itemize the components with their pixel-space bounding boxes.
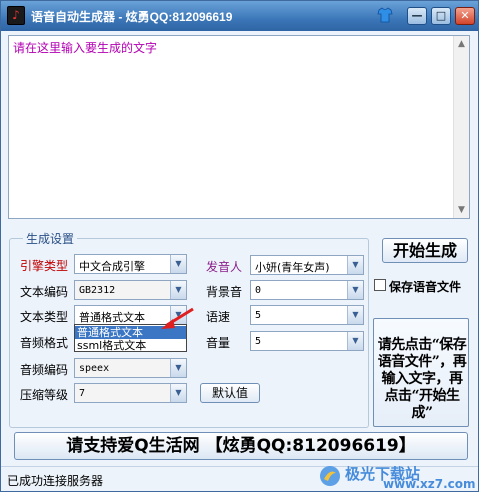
speed-select[interactable]: 5 ▼ (250, 305, 364, 325)
chevron-down-icon[interactable]: ▼ (170, 281, 186, 299)
scroll-down-arrow-icon[interactable]: ▼ (454, 202, 469, 218)
app-window: ♪ 语音自动生成器 - 炫勇QQ:812096619 — □ ✕ 请在这里输入要… (0, 0, 479, 492)
vertical-scrollbar[interactable]: ▲ ▼ (453, 36, 469, 218)
dropdown-option[interactable]: ssml格式文本 (75, 339, 186, 352)
text-type-select-value: 普通格式文本 (79, 311, 145, 324)
watermark-url: www.xz7.com (383, 477, 476, 491)
compression-select[interactable]: 7 ▼ (74, 383, 187, 403)
engine-select-value: 中文合成引擎 (79, 260, 145, 273)
default-values-button[interactable]: 默认值 (200, 383, 260, 403)
background-sound-label: 背景音 (206, 285, 243, 299)
compression-select-value: 7 (79, 388, 86, 399)
app-music-icon: ♪ (7, 6, 25, 25)
chevron-down-icon[interactable]: ▼ (170, 255, 186, 273)
speaker-label: 发音人 (206, 260, 243, 274)
save-audio-checkbox[interactable] (374, 279, 386, 291)
status-text: 已成功连接服务器 (7, 474, 104, 488)
engine-select[interactable]: 中文合成引擎 ▼ (74, 254, 187, 274)
text-type-label: 文本类型 (20, 310, 69, 324)
support-banner-button[interactable]: 请支持爱Q生活网 【炫勇QQ:812096619】 (14, 432, 468, 460)
background-sound-select-value: 0 (255, 285, 262, 296)
start-generate-button[interactable]: 开始生成 (382, 238, 468, 263)
watermark: 极光下载站 www.xz7.com (319, 463, 479, 491)
chevron-down-icon[interactable]: ▼ (347, 332, 363, 350)
audio-format-label: 音频格式 (20, 336, 69, 350)
scroll-up-arrow-icon[interactable]: ▲ (454, 36, 469, 52)
instructions-panel: 请先点击“保存语音文件”，再输入文字，再点击“开始生成” (373, 318, 469, 427)
volume-label: 音量 (206, 336, 231, 350)
speaker-select-value: 小妍(青年女声) (255, 261, 330, 274)
audio-encoding-select-value: speex (79, 363, 110, 374)
volume-select-value: 5 (255, 336, 262, 347)
speed-select-value: 5 (255, 310, 262, 321)
chevron-down-icon[interactable]: ▼ (347, 281, 363, 299)
engine-label: 引擎类型 (20, 259, 69, 273)
chevron-down-icon[interactable]: ▼ (347, 256, 363, 274)
audio-encoding-select[interactable]: speex ▼ (74, 358, 187, 378)
encoding-select[interactable]: GB2312 ▼ (74, 280, 187, 300)
maximize-button[interactable]: □ (431, 7, 451, 25)
text-input-content: 请在这里输入要生成的文字 (13, 41, 158, 55)
speed-label: 语速 (206, 310, 231, 324)
compression-label: 压缩等级 (20, 388, 69, 402)
settings-group-title: 生成设置 (23, 230, 78, 247)
chevron-down-icon[interactable]: ▼ (170, 359, 186, 377)
encoding-label: 文本编码 (20, 285, 69, 299)
audio-encoding-label: 音频编码 (20, 363, 69, 377)
chevron-down-icon[interactable]: ▼ (347, 306, 363, 324)
chevron-down-icon[interactable]: ▼ (170, 384, 186, 402)
volume-select[interactable]: 5 ▼ (250, 331, 364, 351)
text-input-area[interactable]: 请在这里输入要生成的文字 ▲ ▼ (8, 35, 470, 219)
shirt-icon[interactable] (377, 7, 393, 23)
speaker-select[interactable]: 小妍(青年女声) ▼ (250, 255, 364, 275)
title-bar[interactable]: ♪ 语音自动生成器 - 炫勇QQ:812096619 — □ ✕ (1, 1, 478, 31)
save-audio-label[interactable]: 保存语音文件 (389, 278, 461, 295)
red-arrow-pointer-icon (161, 307, 194, 329)
minimize-button[interactable]: — (407, 7, 427, 25)
aurora-logo-icon (320, 466, 340, 486)
instructions-text: 请先点击“保存语音文件”，再输入文字，再点击“开始生成” (377, 337, 467, 421)
close-button[interactable]: ✕ (455, 7, 475, 25)
window-title: 语音自动生成器 - 炫勇QQ:812096619 (31, 10, 233, 24)
background-sound-select[interactable]: 0 ▼ (250, 280, 364, 300)
encoding-select-value: GB2312 (79, 285, 116, 296)
